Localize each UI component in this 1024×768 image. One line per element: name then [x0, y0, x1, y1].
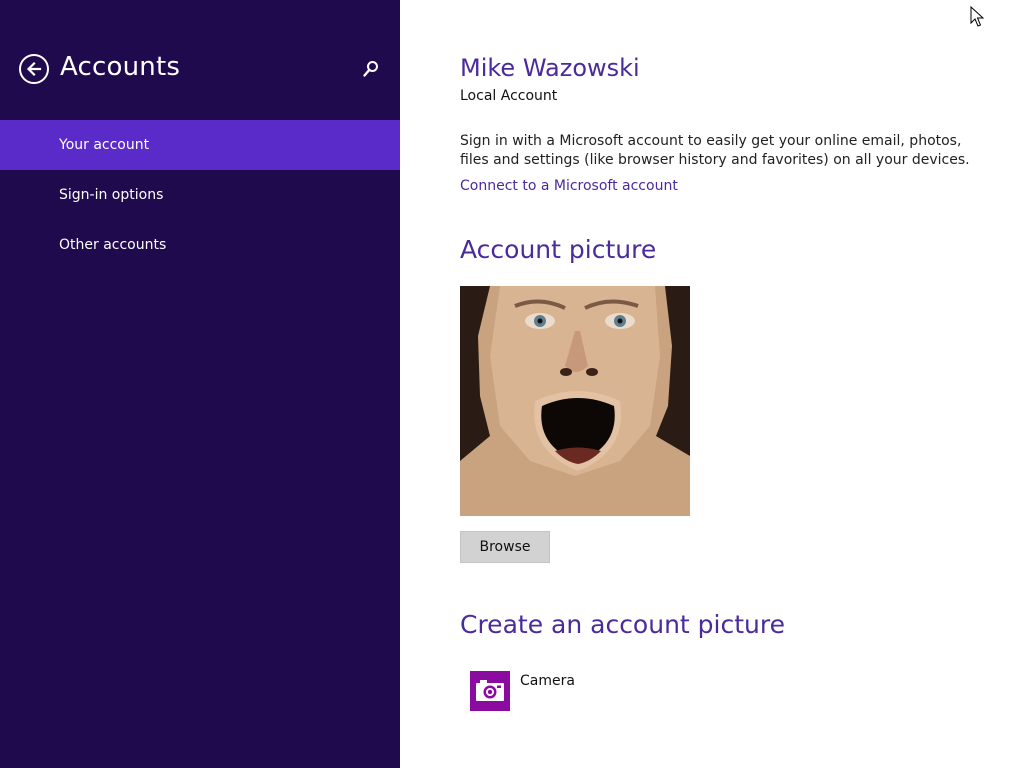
- search-icon: [363, 61, 378, 77]
- mouse-cursor-icon: [970, 6, 984, 27]
- sidebar-item-your-account[interactable]: Your account: [0, 120, 400, 170]
- sidebar-nav: Your account Sign-in options Other accou…: [0, 120, 400, 270]
- back-button[interactable]: [19, 54, 49, 84]
- back-arrow-icon: [26, 61, 42, 77]
- sidebar-item-label: Your account: [59, 137, 150, 153]
- camera-label[interactable]: Camera: [520, 673, 575, 689]
- account-picture-heading: Account picture: [460, 235, 657, 264]
- signin-description: Sign in with a Microsoft account to easi…: [460, 133, 970, 168]
- account-picture: [460, 286, 690, 516]
- search-button[interactable]: [361, 59, 381, 81]
- page-title: Accounts: [60, 52, 181, 82]
- browse-button[interactable]: Browse: [460, 531, 550, 563]
- sidebar: Accounts Your account Sign-in options Ot…: [0, 0, 400, 768]
- main-content: Mike Wazowski Local Account Sign in with…: [460, 0, 1000, 768]
- account-picture-image: [460, 286, 690, 516]
- sidebar-item-sign-in-options[interactable]: Sign-in options: [0, 170, 400, 220]
- camera-tile[interactable]: [470, 671, 510, 711]
- connect-microsoft-account-link[interactable]: Connect to a Microsoft account: [460, 178, 678, 194]
- account-type: Local Account: [460, 88, 558, 104]
- settings-window: Accounts Your account Sign-in options Ot…: [0, 0, 1024, 768]
- camera-icon: [476, 680, 504, 701]
- create-account-picture-heading: Create an account picture: [460, 610, 785, 639]
- sidebar-item-label: Other accounts: [59, 237, 167, 253]
- sidebar-item-label: Sign-in options: [59, 187, 164, 203]
- sidebar-item-other-accounts[interactable]: Other accounts: [0, 220, 400, 270]
- account-name: Mike Wazowski: [460, 54, 640, 82]
